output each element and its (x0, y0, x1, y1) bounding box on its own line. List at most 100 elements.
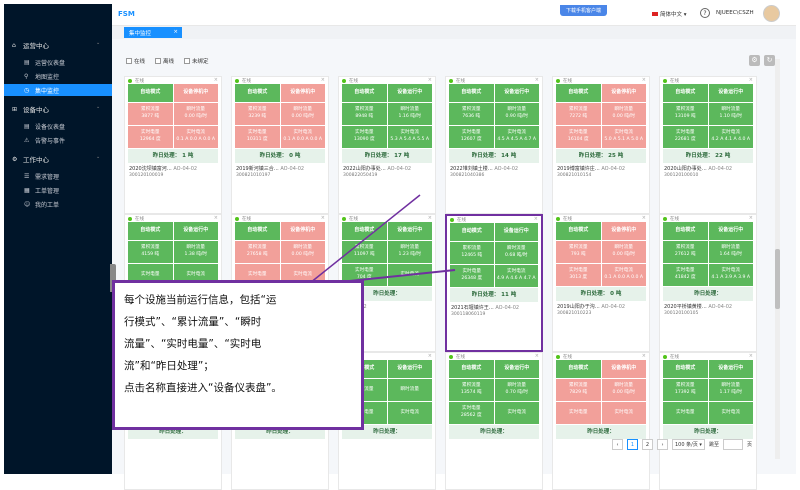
annotation-line: 流”和“昨日处理”； (124, 360, 214, 372)
tab-central-monitor[interactable]: 集中监控 × (124, 27, 182, 38)
auto-mode-cell: 自动模式 (235, 84, 280, 102)
close-icon[interactable]: × (428, 77, 432, 83)
device-card[interactable]: 在线 × 自动模式 设备停机中 累积流量 3239 吨瞬时流量 0.00 吨/时 实时电量 10… (231, 76, 329, 214)
language-select[interactable]: 简体中文 ▾ (652, 10, 687, 18)
card-header: 在线 × (660, 77, 756, 84)
sidebar-item[interactable]: ⌂ 运营中心 (12, 40, 49, 51)
sidebar-item[interactable]: ▦ 工单管理 (24, 186, 59, 195)
close-icon[interactable]: × (642, 353, 646, 359)
settings-icon[interactable]: ⚙ (749, 55, 760, 66)
close-icon[interactable]: × (535, 77, 539, 83)
close-icon[interactable]: × (214, 215, 218, 221)
device-name-link[interactable] (125, 439, 221, 442)
device-card[interactable]: 在线 × 自动模式 设备运行中 累积流量 13109 吨瞬时流量 1.10 吨/时 实时电量 2… (659, 76, 757, 214)
close-icon[interactable]: × (749, 215, 753, 221)
close-icon[interactable]: × (321, 77, 325, 83)
sidebar-item[interactable]: ▤ 运营仪表盘 (24, 58, 65, 67)
download-app-button[interactable]: 下载手机客户端 (560, 5, 608, 16)
device-id: 300120100010 (664, 173, 699, 178)
sidebar-item[interactable]: ⚠ 告警与事件 (24, 136, 65, 145)
close-icon[interactable]: × (749, 77, 753, 83)
prev-page-button[interactable]: ‹ (612, 439, 623, 450)
checkbox[interactable] (184, 58, 191, 64)
card-header: 在线 × (553, 353, 649, 360)
annotation-line: 点击名称直接进入“设备仪表盘”。 (124, 382, 282, 394)
device-name-link[interactable]: 2019博富镇许庄… AO-04-02 (553, 163, 649, 173)
sidebar-item[interactable]: ⚲ 地图监控 (24, 72, 59, 81)
device-name-link[interactable]: 2019山阳办于沟… AO-04-02 (553, 301, 649, 311)
device-name-link[interactable]: 2021石堰镇许王… AO-04-02 (447, 302, 541, 312)
close-icon[interactable]: × (535, 353, 539, 359)
close-icon[interactable]: × (642, 77, 646, 83)
device-name-link[interactable]: 2022堆刘镇土楼… AO-04-02 (446, 163, 542, 173)
checkbox[interactable] (155, 58, 162, 64)
scrollbar-thumb[interactable] (775, 249, 780, 309)
goto-input[interactable] (722, 439, 743, 450)
power-cell: 实时电量 3013 度 (556, 264, 601, 286)
close-icon[interactable]: × (749, 353, 753, 359)
instant-flow-cell: 瞬时流量 0.70 吨/时 (494, 379, 539, 401)
sidebar-item[interactable]: ⚙ 工作中心 (12, 154, 49, 165)
flow-row: 累积流量 4159 吨瞬时流量 1.38 吨/时 (128, 241, 218, 263)
device-name-link[interactable]: 2019新河镇三合… AO-04-02 (232, 163, 328, 173)
close-icon[interactable]: × (321, 215, 325, 221)
device-name-link[interactable]: 2020山阳办事处… AO-04-02 (660, 163, 756, 173)
refresh-icon[interactable]: ↻ (764, 55, 775, 66)
device-name-link[interactable]: 2020沈坝镇富河… AO-04-02 (125, 163, 221, 173)
close-icon[interactable]: × (428, 353, 432, 359)
sidebar-item[interactable]: ☰ 需求管理 (24, 172, 59, 181)
device-card[interactable]: 在线 × 自动模式 设备停机中 累积流量 7272 吨瞬时流量 0.00 吨/时 实时电量 16… (552, 76, 650, 214)
close-icon[interactable]: × (173, 29, 178, 35)
flow-row: 累积流量 27612 吨瞬时流量 1.64 吨/时 (663, 241, 753, 263)
device-card[interactable]: 在线 × 自动模式 设备运行中 累积流量 17392 吨瞬时流量 1.17 吨/时 实时电量实… (659, 352, 757, 490)
page-1-button[interactable]: 1 (627, 439, 638, 450)
flow-row: 累积流量 8948 吨瞬时流量 1.16 吨/时 (342, 103, 432, 125)
dashboard-icon: ▤ (24, 123, 30, 130)
filter-unbound[interactable]: 未绑定 (184, 57, 209, 65)
page-size-select[interactable]: 100 条/页 ▾ (672, 439, 705, 450)
close-icon[interactable]: × (642, 215, 646, 221)
device-card[interactable]: 在线 × 自动模式 设备运行中 累积流量 8948 吨瞬时流量 1.16 吨/时 实时电量 13… (338, 76, 436, 214)
device-name-link[interactable]: 2022山阳办事处… AO-04-02 (339, 163, 435, 173)
chevron-down-icon[interactable]: ⌄ (96, 104, 100, 110)
device-card[interactable]: 在线 × 自动模式 设备停机中 累积流量 3877 吨瞬时流量 0.00 吨/时 实时电量 12… (124, 76, 222, 214)
auto-mode-cell: 自动模式 (128, 84, 173, 102)
device-name-link[interactable] (339, 439, 435, 442)
sidebar-item[interactable]: ◷ 集中监控 (4, 84, 112, 96)
sidebar-item[interactable]: ⊞ 设备中心 (12, 104, 49, 115)
mode-row: 自动模式设备运行中 (342, 84, 432, 102)
current-cell: 实时电流 4.5 A 4.5 A 4.7 A (494, 126, 539, 148)
next-page-button[interactable]: › (657, 439, 668, 450)
close-icon[interactable]: × (534, 216, 538, 222)
device-name-link[interactable] (446, 439, 542, 442)
sidebar-item[interactable]: ☺ 我的工单 (24, 200, 59, 209)
page-2-button[interactable]: 2 (642, 439, 653, 450)
device-name-link[interactable] (232, 439, 328, 442)
annotation-callout: 每个设施当前运行信息，包括“运 行模式”、“累计流量”、“瞬时 流量”、“实时电… (112, 280, 364, 430)
online-label: 在线 (135, 216, 144, 222)
chevron-down-icon[interactable]: ⌄ (96, 40, 100, 46)
app-title: FSM (118, 10, 135, 18)
avatar[interactable] (763, 5, 780, 22)
checkbox[interactable] (126, 58, 132, 64)
goto-label: 跳至 (708, 442, 719, 448)
user-name[interactable]: NJUEEC\CSZH (716, 10, 754, 16)
device-card[interactable]: 在线 × 自动模式 设备停机中 累积流量 7829 吨瞬时流量 0.00 吨/时 实时电量 实时… (552, 352, 650, 490)
filter-offline[interactable]: 离线 (155, 57, 174, 65)
device-card[interactable]: 在线 × 自动模式 设备运行中 累积流量 13574 吨瞬时流量 0.70 吨/时 实时电量 2… (445, 352, 543, 490)
device-card[interactable]: 在线 × 自动模式 设备运行中 累积流量 12465 吨瞬时流量 0.68 吨/时 实时电量 2… (445, 214, 543, 352)
chevron-down-icon[interactable]: ⌄ (96, 154, 100, 160)
device-card[interactable]: 在线 × 自动模式 设备运行中 累积流量 27612 吨瞬时流量 1.64 吨/时 实时电量 4… (659, 214, 757, 352)
close-icon[interactable]: × (214, 77, 218, 83)
yesterday-processed: 昨日处理： 25 吨 (556, 149, 646, 163)
filter-online[interactable]: 在线 (126, 57, 145, 65)
device-card[interactable]: 在线 × 自动模式 设备运行中 累积流量 7636 吨瞬时流量 0.90 吨/时 实时电量 12… (445, 76, 543, 214)
mode-row: 自动模式设备运行中 (128, 222, 218, 240)
scrollbar[interactable] (775, 59, 780, 459)
device-card[interactable]: 在线 × 自动模式 设备停机中 累积流量 793 吨瞬时流量 0.00 吨/时 实时电量 301… (552, 214, 650, 352)
sidebar-item[interactable]: ▤ 设备仪表盘 (24, 122, 65, 131)
help-icon[interactable]: ? (700, 8, 710, 18)
online-label: 在线 (242, 78, 251, 84)
close-icon[interactable]: × (428, 215, 432, 221)
device-name-link[interactable]: 2020平桥镇黄楼… AO-04-02 (660, 301, 756, 311)
